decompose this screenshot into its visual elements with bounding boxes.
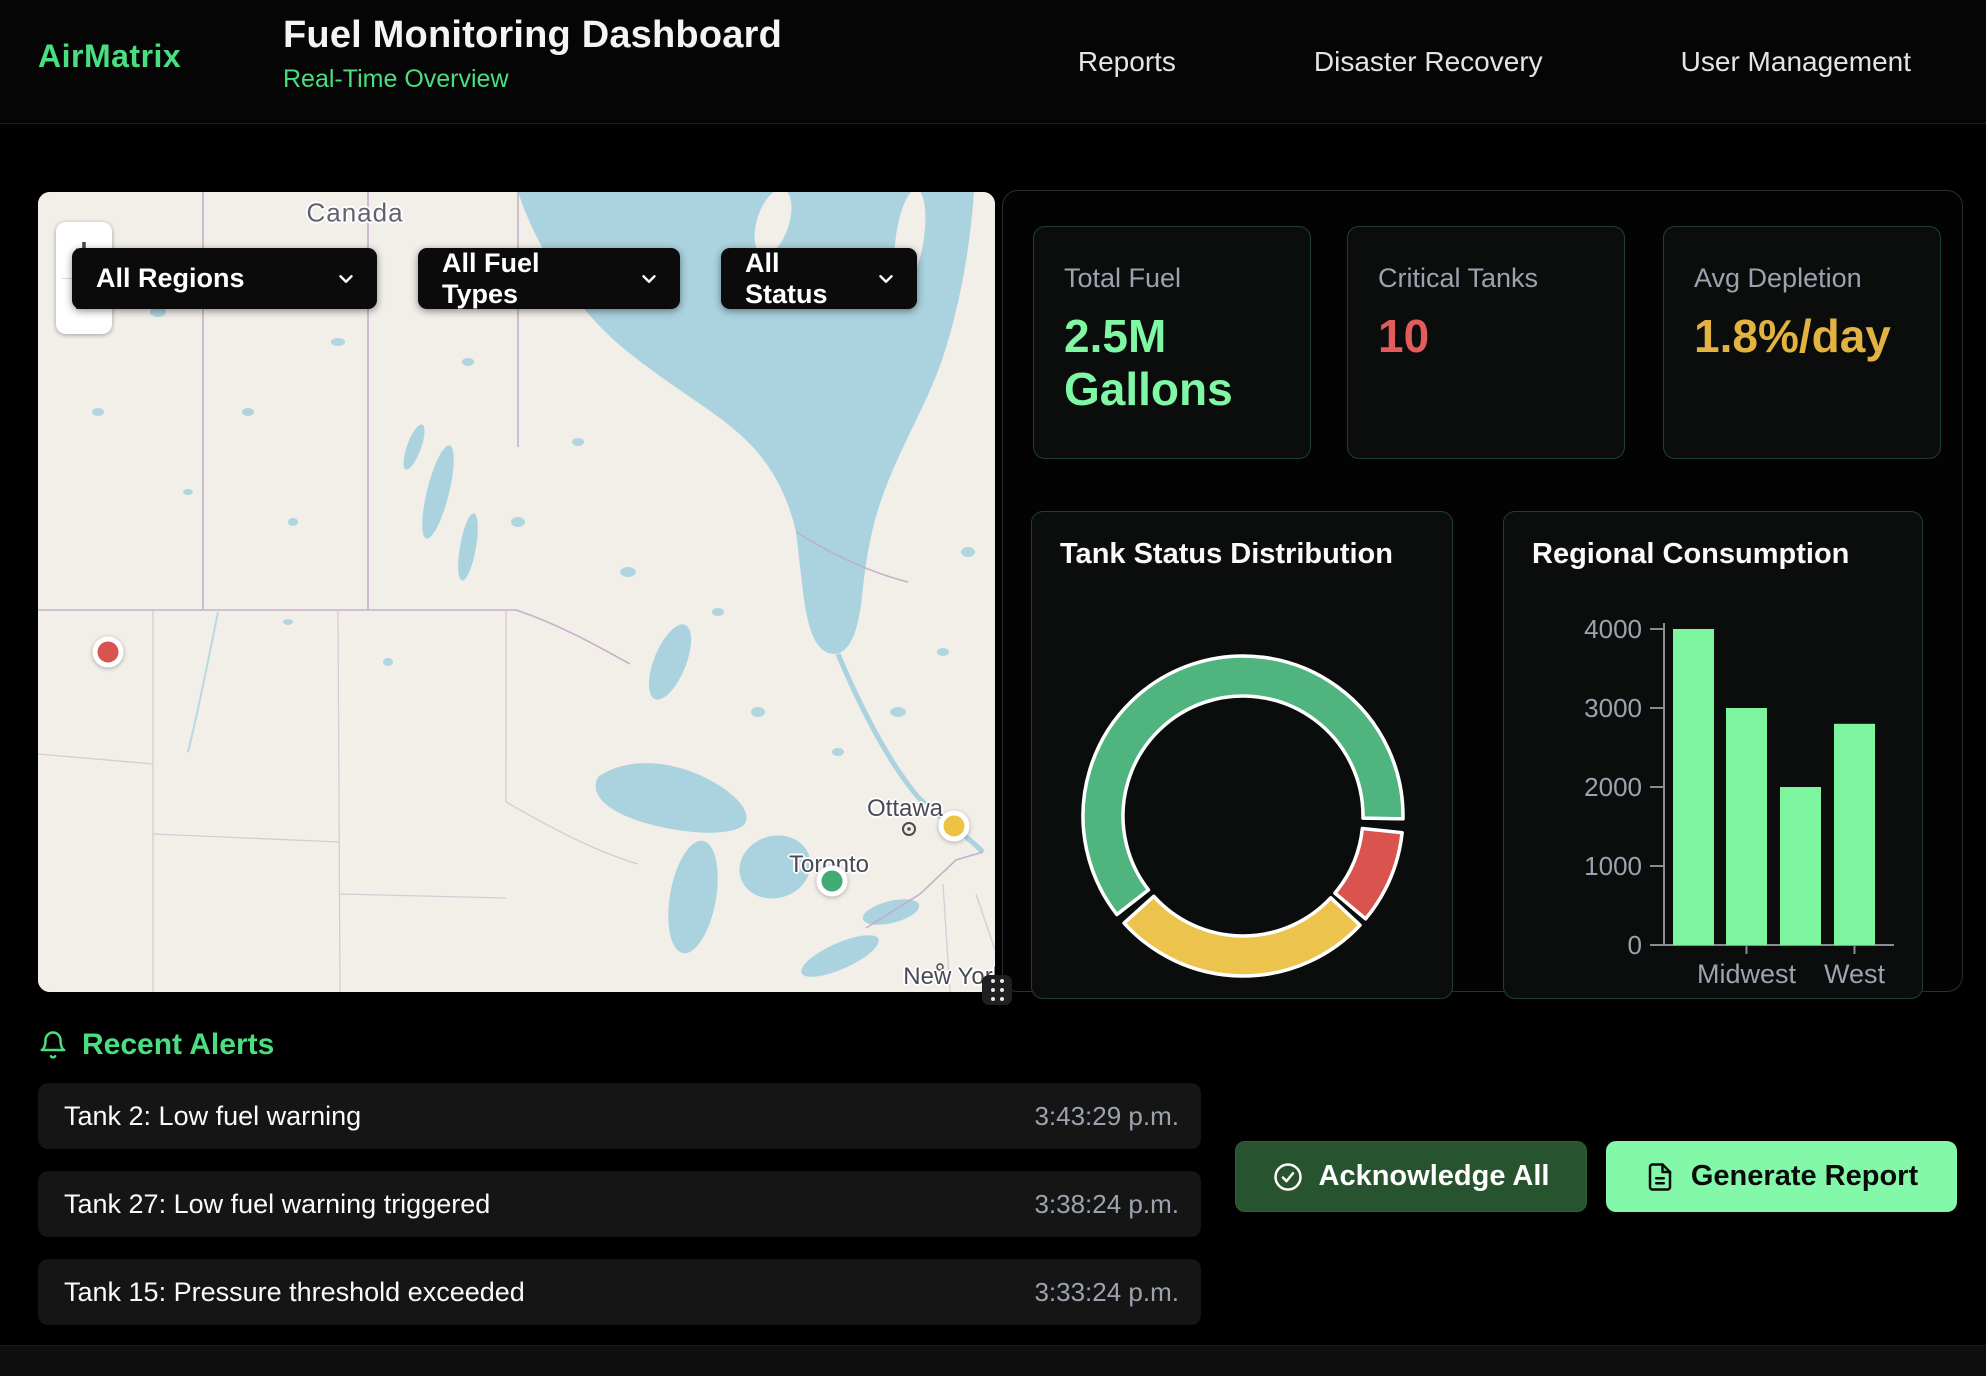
map-resize-handle[interactable] <box>982 975 1012 1005</box>
svg-text:3000: 3000 <box>1584 693 1642 723</box>
generate-report-label: Generate Report <box>1691 1160 1918 1193</box>
stat-card-total-fuel: Total Fuel 2.5M Gallons <box>1033 226 1311 459</box>
tank-status-chart-card: Tank Status Distribution <box>1031 511 1453 999</box>
map-marker-warning[interactable] <box>939 811 970 842</box>
svg-text:0: 0 <box>1628 930 1642 960</box>
generate-report-button[interactable]: Generate Report <box>1606 1141 1957 1212</box>
map-label-ottawa: Ottawa <box>867 795 943 823</box>
alert-message: Tank 15: Pressure threshold exceeded <box>64 1277 525 1308</box>
alert-row[interactable]: Tank 15: Pressure threshold exceeded 3:3… <box>38 1259 1201 1325</box>
stat-card-critical-tanks: Critical Tanks 10 <box>1347 226 1625 459</box>
chevron-down-icon <box>875 268 897 290</box>
region-filter-dropdown[interactable]: All Regions <box>72 248 377 309</box>
nav-disaster-recovery[interactable]: Disaster Recovery <box>1314 46 1543 78</box>
recent-alerts-heading: Recent Alerts <box>38 1028 274 1062</box>
stat-label: Total Fuel <box>1064 263 1280 294</box>
alert-message: Tank 2: Low fuel warning <box>64 1101 361 1132</box>
stat-value-total-fuel: 2.5M Gallons <box>1064 310 1280 416</box>
stat-value-critical-tanks: 10 <box>1378 310 1594 363</box>
fuel-type-filter-dropdown[interactable]: All Fuel Types <box>418 248 680 309</box>
stat-label: Avg Depletion <box>1694 263 1910 294</box>
svg-text:4000: 4000 <box>1584 614 1642 644</box>
map-label-canada: Canada <box>306 198 403 229</box>
fuel-map[interactable]: Canada Ottawa Toronto New York + − All R… <box>38 192 995 992</box>
recent-alerts-title: Recent Alerts <box>82 1028 274 1062</box>
stat-label: Critical Tanks <box>1378 263 1594 294</box>
title-block: Fuel Monitoring Dashboard Real-Time Over… <box>283 14 782 94</box>
regional-consumption-chart-card: Regional Consumption 01000200030004000Mi… <box>1503 511 1923 999</box>
acknowledge-all-label: Acknowledge All <box>1319 1160 1550 1193</box>
chevron-down-icon <box>638 268 660 290</box>
app-header: AirMatrix Fuel Monitoring Dashboard Real… <box>0 0 1986 124</box>
document-icon <box>1645 1162 1675 1192</box>
stat-card-avg-depletion: Avg Depletion 1.8%/day <box>1663 226 1941 459</box>
acknowledge-all-button[interactable]: Acknowledge All <box>1235 1141 1587 1212</box>
alert-timestamp: 3:43:29 p.m. <box>1034 1101 1179 1132</box>
alert-row[interactable]: Tank 27: Low fuel warning triggered 3:38… <box>38 1171 1201 1237</box>
fuel-type-filter-value: All Fuel Types <box>442 248 612 310</box>
svg-text:West: West <box>1824 959 1886 989</box>
stat-value-avg-depletion: 1.8%/day <box>1694 310 1910 363</box>
alert-timestamp: 3:33:24 p.m. <box>1034 1277 1179 1308</box>
bell-icon <box>38 1030 68 1060</box>
status-filter-dropdown[interactable]: All Status <box>721 248 917 309</box>
status-filter-value: All Status <box>745 248 849 310</box>
region-filter-value: All Regions <box>96 263 245 294</box>
page-title: Fuel Monitoring Dashboard <box>283 14 782 57</box>
map-marker-normal[interactable] <box>817 866 848 897</box>
main-nav: Reports Disaster Recovery User Managemen… <box>1078 0 1911 124</box>
alert-message: Tank 27: Low fuel warning triggered <box>64 1189 490 1220</box>
nav-reports[interactable]: Reports <box>1078 46 1176 78</box>
tank-status-donut-chart <box>1032 512 1454 1000</box>
svg-text:Midwest: Midwest <box>1697 959 1797 989</box>
alert-row[interactable]: Tank 2: Low fuel warning 3:43:29 p.m. <box>38 1083 1201 1149</box>
chevron-down-icon <box>335 268 357 290</box>
nav-user-management[interactable]: User Management <box>1681 46 1911 78</box>
bottom-bar <box>0 1345 1986 1376</box>
alert-timestamp: 3:38:24 p.m. <box>1034 1189 1179 1220</box>
app-logo: AirMatrix <box>38 38 181 75</box>
overview-panel: Total Fuel 2.5M Gallons Critical Tanks 1… <box>1002 190 1963 992</box>
check-circle-icon <box>1273 1162 1303 1192</box>
page-subtitle: Real-Time Overview <box>283 65 782 94</box>
regional-consumption-bar-chart: 0 1000 2000 3000 4000 Midwest West <box>1504 512 1924 1000</box>
svg-text:1000: 1000 <box>1584 851 1642 881</box>
svg-text:2000: 2000 <box>1584 772 1642 802</box>
map-marker-critical[interactable] <box>93 637 124 668</box>
map-filter-bar: All Regions All Fuel Types All Status <box>72 248 917 309</box>
